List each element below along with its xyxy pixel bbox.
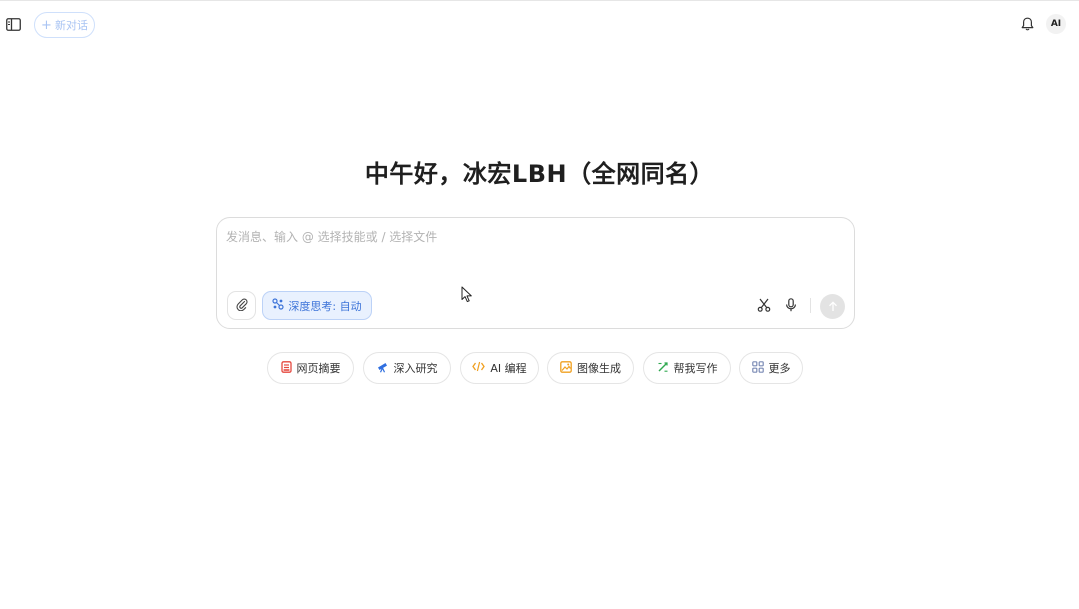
- grid-icon: [751, 360, 764, 376]
- avatar[interactable]: AI: [1046, 14, 1066, 34]
- message-input[interactable]: [226, 228, 846, 268]
- quick-action-more[interactable]: 更多: [739, 352, 803, 384]
- quick-action-help-write[interactable]: 帮我写作: [643, 352, 731, 384]
- scissors-icon[interactable]: [756, 297, 772, 313]
- quick-action-image-generation[interactable]: 图像生成: [547, 352, 634, 384]
- message-composer: 深度思考: 自动: [216, 217, 855, 329]
- page-title: 中午好，冰宏LBH（全网同名）: [364, 160, 715, 188]
- new-chat-label: 新对话: [54, 19, 88, 32]
- new-chat-button[interactable]: + 新对话: [34, 12, 95, 38]
- web-summary-icon: [280, 360, 292, 376]
- arrow-up-icon: [828, 297, 838, 316]
- image-icon: [560, 360, 572, 376]
- quick-action-label: 网页摘要: [296, 362, 341, 375]
- top-border: [0, 0, 1079, 1]
- mouse-cursor-icon: [461, 286, 473, 303]
- deep-thinking-label: 深度思考: 自动: [288, 299, 362, 313]
- composer-divider: [810, 298, 811, 313]
- avatar-initials: AI: [1050, 19, 1062, 29]
- quick-action-label: 深入研究: [393, 362, 438, 375]
- quick-action-label: AI 编程: [490, 362, 527, 375]
- sidebar-toggle-icon[interactable]: [5, 16, 21, 32]
- paperclip-icon: [235, 296, 248, 315]
- telescope-icon: [377, 361, 389, 376]
- plus-icon: +: [41, 17, 52, 33]
- quick-action-label: 更多: [768, 362, 791, 375]
- quick-action-ai-coding[interactable]: AI 编程: [460, 352, 539, 384]
- quick-action-label: 图像生成: [577, 362, 621, 375]
- code-icon: [472, 361, 486, 375]
- send-button[interactable]: [820, 294, 845, 319]
- quick-action-label: 帮我写作: [673, 362, 718, 375]
- quick-action-web-summary[interactable]: 网页摘要: [267, 352, 354, 384]
- pen-icon: [657, 361, 669, 376]
- microphone-icon[interactable]: [783, 297, 799, 313]
- bell-icon[interactable]: [1019, 16, 1035, 32]
- deep-thinking-icon: [272, 298, 284, 313]
- deep-thinking-toggle[interactable]: 深度思考: 自动: [262, 291, 372, 320]
- attach-file-button[interactable]: [227, 291, 256, 320]
- quick-action-deep-research[interactable]: 深入研究: [363, 352, 451, 384]
